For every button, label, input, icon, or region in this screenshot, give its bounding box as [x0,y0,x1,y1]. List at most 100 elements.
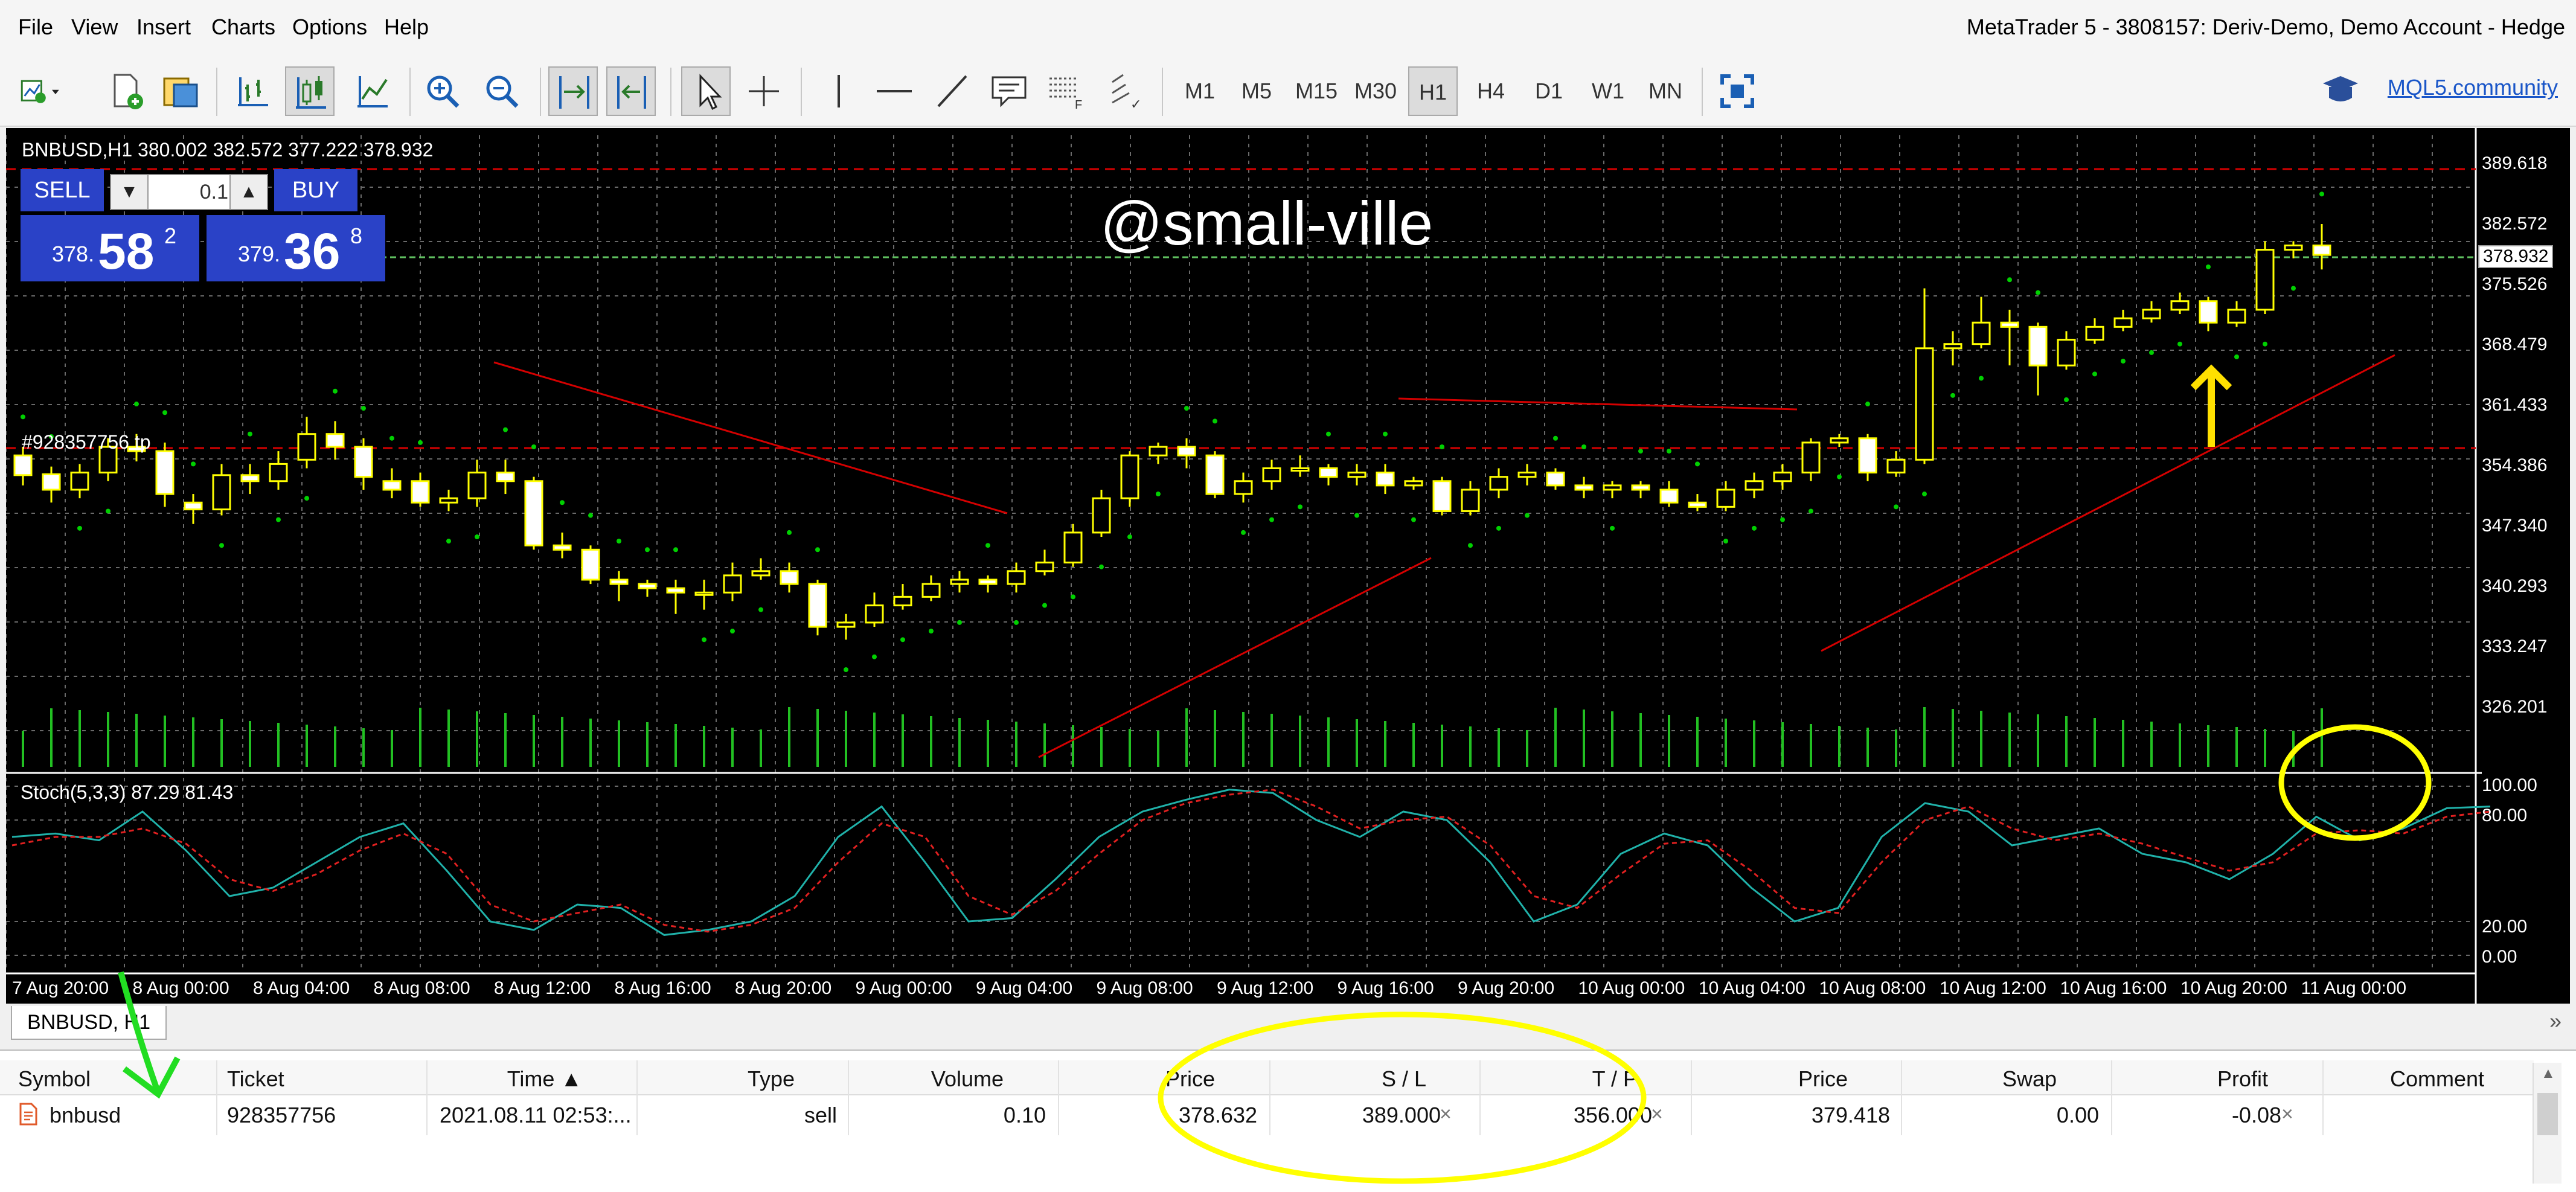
mql5-community-link[interactable]: MQL5.community [2388,75,2558,100]
current-price-label: 378.932 [2478,245,2554,268]
col-symbol[interactable]: Symbol [18,1066,91,1092]
new-order-icon[interactable] [101,66,151,116]
col-tp[interactable]: T / P [1592,1066,1638,1092]
sar-dot [1156,492,1161,497]
stoch-axis-label: 80.00 [2482,806,2528,825]
sell-price-prefix: 378. [52,242,95,266]
buy-price-box[interactable]: 379. 36 8 [207,215,385,281]
vertical-line-icon[interactable] [814,66,863,116]
horizontal-line-icon[interactable] [870,66,919,116]
cell-sl[interactable]: 389.000 [1362,1103,1441,1128]
svg-text:F: F [1075,98,1082,112]
bullish-candle [1092,497,1111,534]
col-volume[interactable]: Volume [931,1066,1004,1092]
zoom-in-icon[interactable] [418,66,467,116]
scrollbar-thumb[interactable] [2537,1093,2558,1135]
menu-options[interactable]: Options [292,14,367,40]
remove-tp-icon[interactable]: × [1651,1103,1663,1126]
timeframe-m30[interactable]: M30 [1348,66,1403,116]
trend-line-icon[interactable] [928,66,977,116]
zoom-out-icon[interactable] [477,66,527,116]
price-chart[interactable]: BNBUSD,H1 380.002 382.572 377.222 378.93… [6,128,2570,1004]
chart-tab-bnbusd[interactable]: BNBUSD, H1 [11,1006,167,1040]
timeframe-m1[interactable]: M1 [1175,66,1225,116]
col-profit[interactable]: Profit [2217,1066,2268,1092]
timeframe-m5[interactable]: M5 [1232,66,1281,116]
sar-dot [1354,513,1359,518]
timeframe-h1[interactable]: H1 [1408,66,1458,116]
sar-dot [248,431,252,437]
bearish-candle [780,570,799,585]
cell-ticket: 928357756 [227,1103,336,1127]
menu-help[interactable]: Help [384,14,429,40]
text-label-icon[interactable] [984,66,1034,116]
table-scrollbar[interactable]: ▲ [2533,1063,2562,1184]
sar-dot [446,539,451,544]
more-tabs-icon[interactable]: » [2549,1008,2562,1034]
timeframe-d1[interactable]: D1 [1524,66,1574,116]
fibonacci-icon[interactable]: F [1042,66,1092,116]
bearish-candle [2199,300,2218,324]
auto-scroll-icon[interactable] [548,66,598,116]
cell-tp[interactable]: 356.000 [1574,1103,1652,1128]
col-current-price[interactable]: Price [1798,1066,1848,1092]
cursor-icon[interactable] [681,66,731,116]
timeframe-m15[interactable]: M15 [1289,66,1344,116]
timeframe-mn[interactable]: MN [1640,66,1691,116]
sar-dot [1581,444,1586,450]
trade-table-header: Symbol Ticket Time ▲ Type Volume Price S… [0,1060,2534,1095]
menu-insert[interactable]: Insert [136,14,191,40]
menu-file[interactable]: File [18,14,53,40]
new-chart-button[interactable] [16,66,83,116]
chart-canvas[interactable] [6,128,2570,1004]
lot-size-value[interactable]: 0.1 [150,175,228,209]
col-ticket[interactable]: Ticket [227,1066,284,1092]
timeframe-w1[interactable]: W1 [1583,66,1633,116]
remove-sl-icon[interactable]: × [1440,1103,1452,1126]
shapes-icon[interactable]: ✓ [1100,66,1150,116]
bullish-candle [1801,441,1821,474]
time-axis-label: 10 Aug 12:00 [1940,978,2046,998]
menu-view[interactable]: View [71,14,118,40]
sar-dot [1326,431,1331,437]
position-icon [18,1103,39,1131]
chart-shift-icon[interactable] [606,66,656,116]
market-watch-icon[interactable] [156,66,205,116]
col-type[interactable]: Type [748,1066,795,1092]
bearish-candle [638,583,657,589]
sell-button[interactable]: SELL [21,169,104,211]
bar-chart-icon[interactable] [228,66,278,116]
bullish-candle [1745,480,1764,491]
close-position-icon[interactable]: × [2281,1103,2293,1126]
lot-increase-icon[interactable]: ▲ [229,175,267,209]
time-axis-label: 10 Aug 08:00 [1819,978,1926,998]
col-comment[interactable]: Comment [2390,1066,2484,1092]
col-swap[interactable]: Swap [2002,1066,2057,1092]
bearish-candle [1574,484,1594,491]
col-price[interactable]: Price [1165,1066,1215,1092]
buy-button[interactable]: BUY [274,169,357,211]
trend-line [1038,557,1432,758]
lot-decrease-icon[interactable]: ▼ [111,175,149,209]
sar-dot [900,637,905,642]
bullish-candle [1290,467,1310,472]
col-time[interactable]: Time ▲ [507,1066,582,1092]
lot-size-stepper[interactable]: ▼ 0.1 ▲ [110,174,268,210]
sar-dot [77,525,82,531]
candlestick-chart-icon[interactable] [285,66,335,116]
crosshair-icon[interactable] [739,66,789,116]
price-label: 340.293 [2482,576,2548,596]
bullish-candle [950,578,969,585]
timeframe-h4[interactable]: H4 [1466,66,1516,116]
sar-dot [191,461,196,467]
line-chart-icon[interactable] [348,66,397,116]
scroll-up-icon[interactable]: ▲ [2541,1065,2555,1082]
fullscreen-icon[interactable] [1713,66,1762,116]
bullish-candle [1120,454,1139,499]
col-sl[interactable]: S / L [1382,1066,1426,1092]
menu-charts[interactable]: Charts [211,14,275,40]
sell-price-box[interactable]: 378. 58 2 [21,215,199,281]
bearish-candle [240,474,260,482]
bullish-candle [1035,562,1054,572]
cell-volume: 0.10 [1003,1103,1046,1127]
